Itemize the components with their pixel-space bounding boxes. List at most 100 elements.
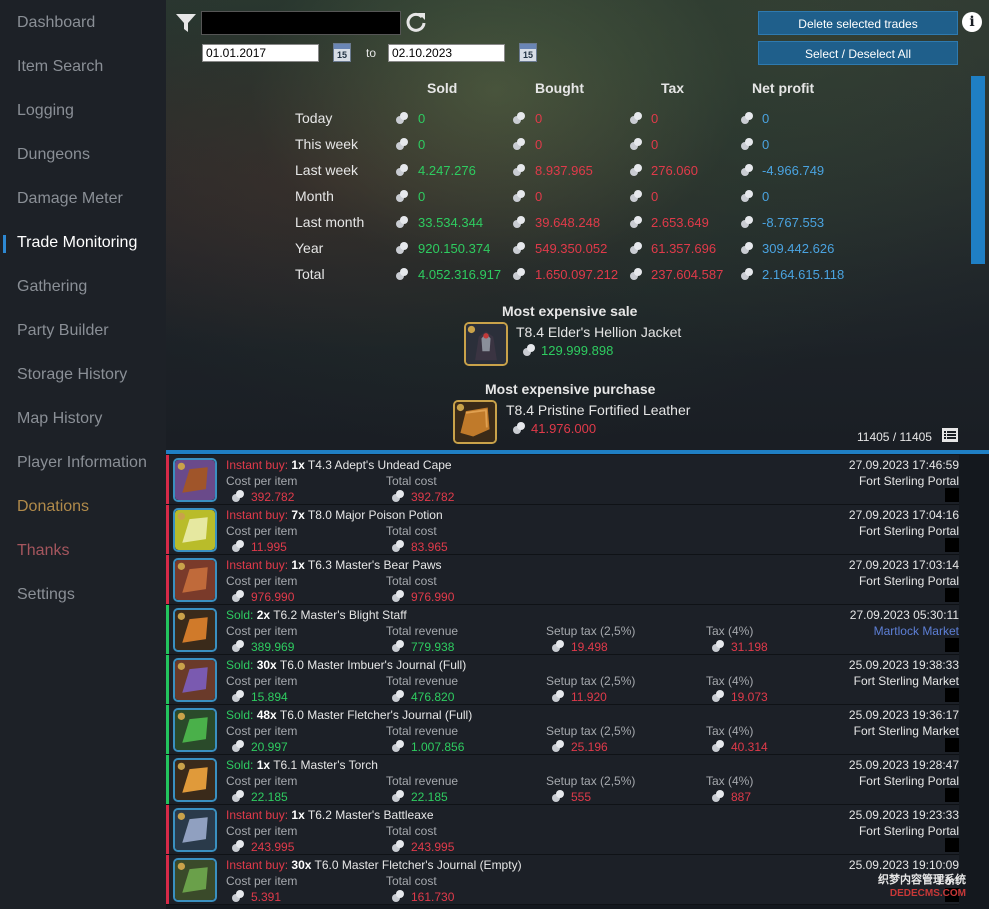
silver-icon [396, 138, 408, 150]
trade-cost-per-item: 11.995 [251, 540, 287, 554]
trade-location: Fort Sterling Portal [858, 524, 959, 538]
date-from-input[interactable]: 01.01.2017 [202, 44, 319, 62]
silver-icon [513, 216, 525, 228]
stats-row-label: Total [295, 266, 325, 282]
silver-icon [392, 840, 404, 852]
info-icon[interactable]: i [962, 12, 982, 32]
date-to-input[interactable]: 02.10.2023 [388, 44, 505, 62]
sidebar-item-player-information[interactable]: Player Information [17, 451, 147, 475]
list-icon[interactable] [942, 428, 958, 442]
silver-icon [630, 216, 642, 228]
search-input[interactable] [201, 11, 401, 35]
trade-kind: Sold: [226, 758, 254, 772]
sidebar-item-map-history[interactable]: Map History [17, 407, 102, 431]
trade-select-checkbox[interactable] [945, 838, 959, 852]
trade-date: 25.09.2023 19:23:33 [848, 808, 959, 822]
calendar-icon[interactable]: 15 [333, 43, 351, 62]
silver-icon [232, 540, 244, 552]
silver-icon [523, 344, 535, 356]
watermark: 织梦内容管理系统 DEDECMS.COM [878, 874, 966, 899]
stats-tax-value: 237.604.587 [651, 267, 724, 282]
trade-row[interactable]: Sold: 1x T6.1 Master's Torch Cost per ite… [166, 755, 959, 805]
trade-label: Cost per item [226, 824, 298, 838]
sidebar-item-trade-monitoring[interactable]: Trade Monitoring [17, 231, 137, 255]
trade-type-stripe [166, 455, 169, 504]
silver-icon [396, 242, 408, 254]
trade-row[interactable]: Sold: 2x T6.2 Master's Blight Staff Cost … [166, 605, 959, 655]
sidebar-item-logging[interactable]: Logging [17, 99, 74, 123]
trade-type-stripe [166, 805, 169, 854]
sidebar-item-donations[interactable]: Donations [17, 495, 89, 519]
trade-row[interactable]: Sold: 30x T6.0 Master Imbuer's Journal (… [166, 655, 959, 705]
trade-kind: Instant buy: [226, 808, 289, 822]
silver-icon [396, 216, 408, 228]
silver-icon [712, 690, 724, 702]
trade-quantity: 2x [256, 608, 271, 622]
silver-icon [513, 422, 525, 434]
silver-icon [513, 190, 525, 202]
trade-select-checkbox[interactable] [945, 738, 959, 752]
sidebar-item-damage-meter[interactable]: Damage Meter [17, 187, 123, 211]
trade-select-checkbox[interactable] [945, 538, 959, 552]
trade-title: Sold: 2x T6.2 Master's Blight Staff [226, 608, 407, 622]
trade-row[interactable]: Instant buy: 1x T6.3 Master's Bear Paws C… [166, 555, 959, 605]
silver-icon [392, 590, 404, 602]
silver-icon [741, 164, 753, 176]
trade-date: 25.09.2023 19:36:17 [848, 708, 959, 722]
trade-kind: Instant buy: [226, 458, 289, 472]
trade-item-icon [173, 458, 217, 502]
sidebar-item-settings[interactable]: Settings [17, 583, 75, 607]
stats-bought-value: 549.350.052 [535, 241, 608, 256]
trade-label: Setup tax (2,5%) [546, 774, 636, 788]
trade-type-stripe [166, 855, 169, 904]
trade-label: Tax (4%) [706, 774, 754, 788]
trade-select-checkbox[interactable] [945, 788, 959, 802]
silver-icon [741, 112, 753, 124]
trade-label: Tax (4%) [706, 624, 754, 638]
trade-label: Cost per item [226, 674, 298, 688]
trade-label: Total cost [386, 474, 437, 488]
calendar-icon[interactable]: 15 [519, 43, 537, 62]
stats-tax-value: 0 [651, 137, 659, 152]
trade-date: 27.09.2023 05:30:11 [849, 608, 959, 622]
trade-row[interactable]: Instant buy: 30x T6.0 Master Fletcher's … [166, 855, 959, 905]
trade-kind: Sold: [226, 658, 254, 672]
silver-icon [232, 790, 244, 802]
trade-row[interactable]: Sold: 48x T6.0 Master Fletcher's Journal… [166, 705, 959, 755]
trade-total: 392.782 [411, 490, 455, 504]
sidebar-item-party-builder[interactable]: Party Builder [17, 319, 109, 343]
sidebar-item-thanks[interactable]: Thanks [17, 539, 69, 563]
silver-icon [630, 164, 642, 176]
sidebar-item-gathering[interactable]: Gathering [17, 275, 87, 299]
trade-select-checkbox[interactable] [945, 588, 959, 602]
stats-net-value: 309.442.626 [762, 241, 835, 256]
trade-location: Fort Sterling Portal [858, 474, 959, 488]
silver-icon [232, 690, 244, 702]
stats-row-label: Last month [295, 214, 365, 230]
refresh-icon[interactable] [405, 11, 427, 33]
sidebar-item-dashboard[interactable]: Dashboard [17, 11, 95, 35]
sidebar-item-item-search[interactable]: Item Search [17, 55, 103, 79]
trade-cost-per-item: 22.185 [251, 790, 288, 804]
stats-bought-value: 8.937.965 [535, 163, 593, 178]
trade-select-checkbox[interactable] [945, 688, 959, 702]
filter-icon[interactable] [175, 12, 197, 34]
trade-row[interactable]: Instant buy: 7x T8.0 Major Poison Potion… [166, 505, 959, 555]
trade-select-checkbox[interactable] [945, 638, 959, 652]
sidebar-item-storage-history[interactable]: Storage History [17, 363, 127, 387]
stats-net-value: 0 [762, 111, 770, 126]
select-deselect-all-button[interactable]: Select / Deselect All [758, 41, 958, 65]
trade-label: Cost per item [226, 474, 298, 488]
silver-icon [741, 138, 753, 150]
silver-icon [392, 640, 404, 652]
sidebar-item-dungeons[interactable]: Dungeons [17, 143, 90, 167]
trade-label: Cost per item [226, 724, 298, 738]
trade-row[interactable]: Instant buy: 1x T6.2 Master's Battleaxe C… [166, 805, 959, 855]
trade-select-checkbox[interactable] [945, 488, 959, 502]
trade-total: 476.820 [411, 690, 455, 704]
scrollbar-thumb[interactable] [971, 76, 985, 264]
silver-icon [396, 190, 408, 202]
trade-row[interactable]: Instant buy: 1x T4.3 Adept's Undead Cape… [166, 455, 959, 505]
delete-selected-trades-button[interactable]: Delete selected trades [758, 11, 958, 35]
stats-row-label: Today [295, 110, 333, 126]
